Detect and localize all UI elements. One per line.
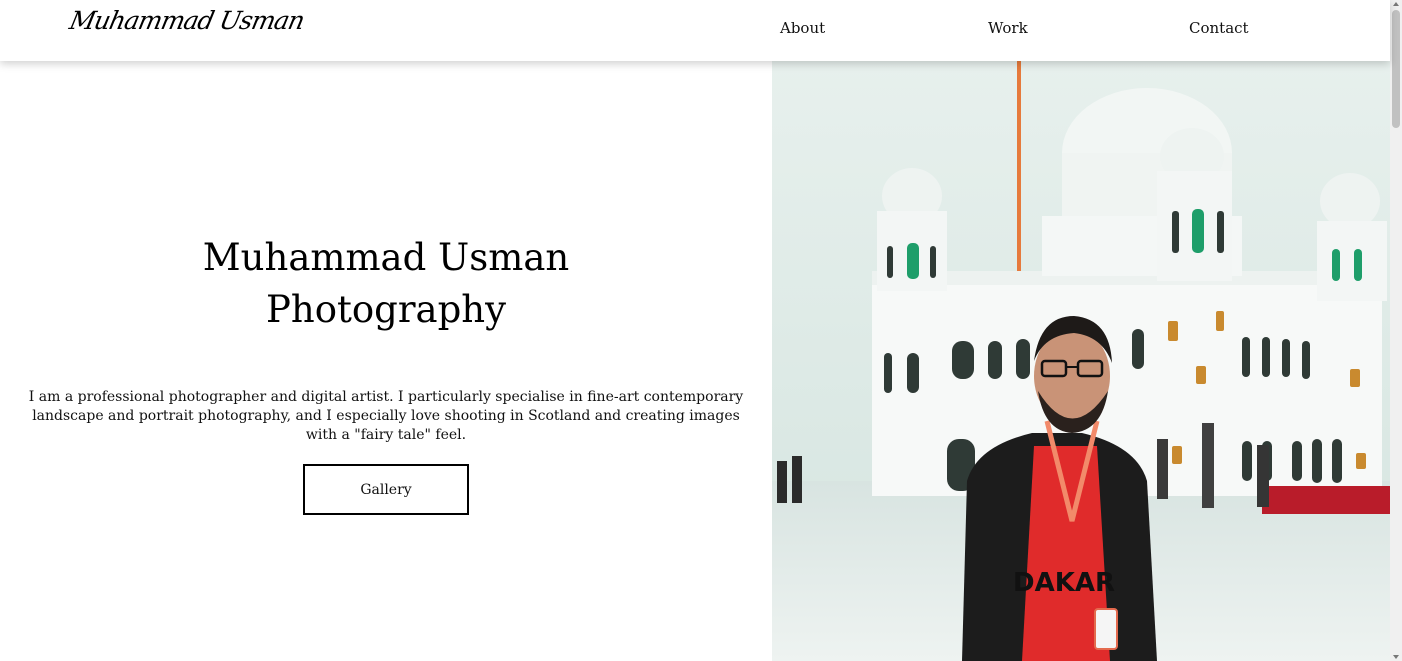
site-logo[interactable]: Muhammad Usman <box>67 6 307 35</box>
scroll-down-arrow-icon[interactable] <box>1393 655 1399 659</box>
top-navbar: Muhammad Usman About Work Contact <box>0 0 1390 61</box>
hero-title-line-2: Photography <box>266 288 506 331</box>
scrollbar-thumb[interactable] <box>1392 10 1400 128</box>
id-card <box>1094 608 1118 650</box>
hero-description: I am a professional photographer and dig… <box>28 389 744 443</box>
shirt-print-text: DAKAR <box>1013 568 1115 598</box>
scroll-up-arrow-icon[interactable] <box>1393 2 1399 6</box>
photographer-portrait-image: DAKAR <box>772 61 1391 661</box>
nav-link-work[interactable]: Work <box>988 19 1028 37</box>
gallery-button[interactable]: Gallery <box>303 464 469 515</box>
hero-section: Muhammad Usman Photography I am a profes… <box>0 61 772 661</box>
page-scrollbar[interactable] <box>1390 0 1402 661</box>
nav-link-about[interactable]: About <box>780 19 825 37</box>
hero-photo: DAKAR <box>772 61 1391 661</box>
hero-title: Muhammad Usman Photography <box>0 232 772 336</box>
hero-title-line-1: Muhammad Usman <box>202 236 570 279</box>
nav-link-contact[interactable]: Contact <box>1189 19 1249 37</box>
